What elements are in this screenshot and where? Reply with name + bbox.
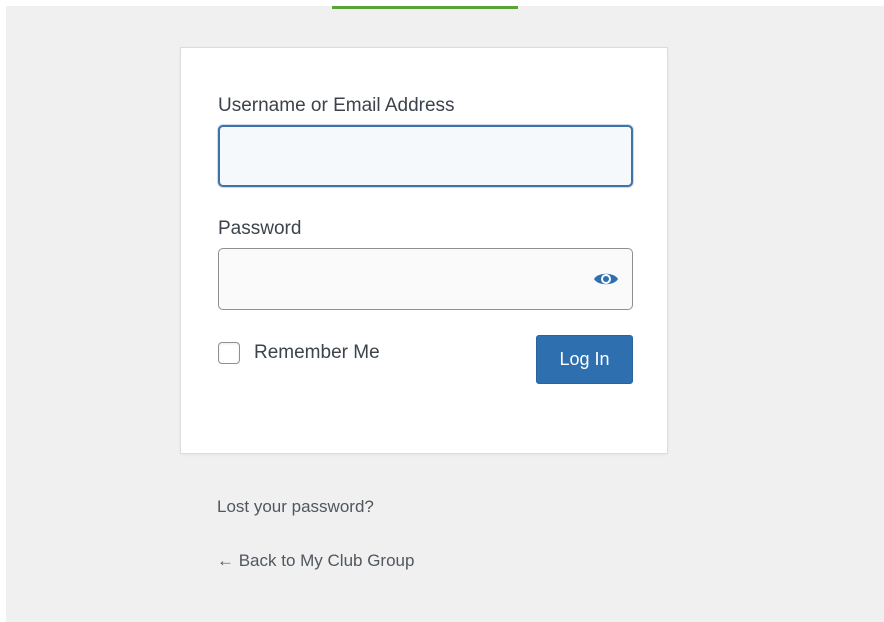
username-field-wrapper [218, 125, 633, 187]
eye-icon [594, 273, 618, 285]
password-input[interactable] [219, 249, 632, 309]
username-label: Username or Email Address [218, 95, 455, 116]
password-field-wrapper [218, 248, 633, 310]
remember-me-checkbox[interactable] [218, 342, 240, 364]
remember-me-label[interactable]: Remember Me [254, 342, 380, 364]
remember-me-row: Remember Me [218, 340, 380, 366]
show-password-button[interactable] [592, 267, 620, 291]
back-to-site-link[interactable]: ← Back to My Club Group [217, 551, 414, 571]
username-input[interactable] [220, 127, 631, 185]
password-label: Password [218, 218, 302, 239]
lost-password-link[interactable]: Lost your password? [217, 497, 374, 517]
login-form: Username or Email Address Password Remem… [180, 47, 668, 454]
top-accent-bar [332, 6, 518, 9]
log-in-button[interactable]: Log In [536, 335, 633, 384]
